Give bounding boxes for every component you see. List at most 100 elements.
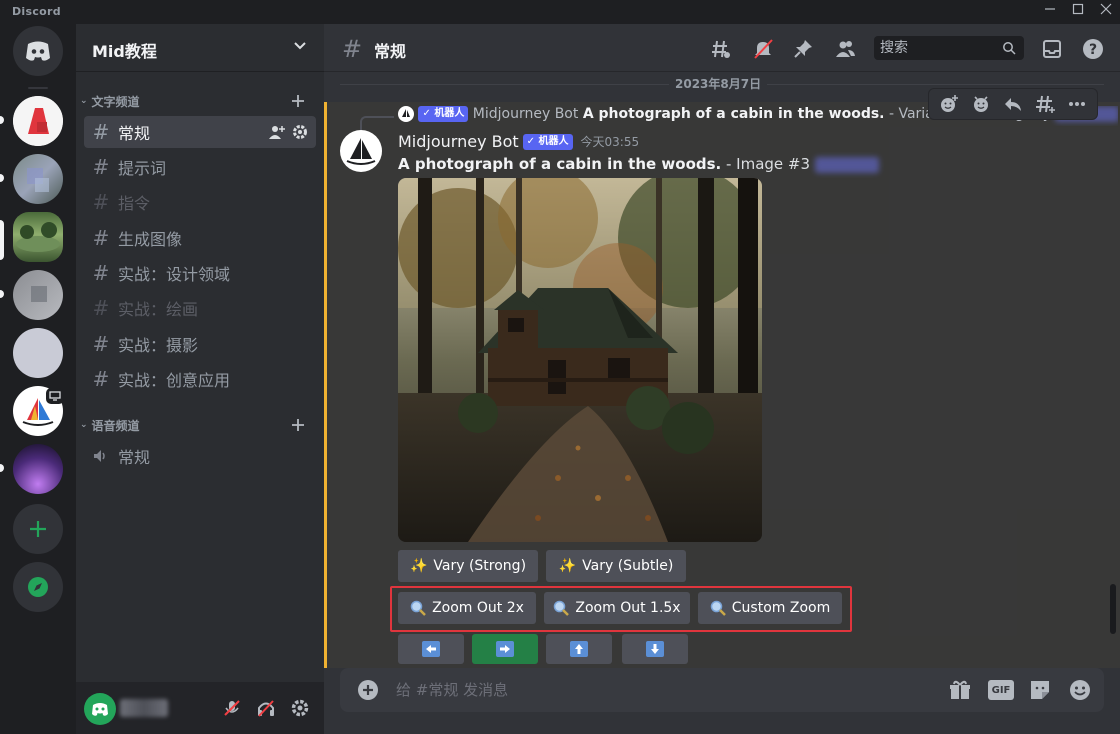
server-blue-gray[interactable] bbox=[13, 154, 63, 204]
threads-icon[interactable] bbox=[710, 38, 732, 60]
gear-icon[interactable] bbox=[290, 698, 310, 718]
hash-icon: # bbox=[92, 367, 110, 391]
vary-subtle-label: Vary (Subtle) bbox=[582, 558, 674, 574]
create-channel-icon[interactable] bbox=[290, 93, 306, 109]
arrow-right-icon bbox=[496, 641, 514, 657]
unread-pill bbox=[0, 464, 4, 472]
gift-icon[interactable] bbox=[948, 678, 972, 702]
hash-icon: # bbox=[342, 35, 363, 63]
pan-left-button[interactable] bbox=[398, 634, 464, 664]
super-reaction-icon[interactable] bbox=[971, 94, 991, 114]
add-server-button[interactable] bbox=[13, 504, 63, 554]
mic-muted-icon[interactable] bbox=[222, 698, 242, 718]
category-voice-label: 语音频道 bbox=[91, 418, 140, 433]
pan-down-button[interactable] bbox=[622, 634, 688, 664]
zoom-out-1-5x-label: Zoom Out 1.5x bbox=[575, 600, 681, 616]
channel-item-5[interactable]: # 实战：绘画 bbox=[84, 292, 316, 324]
channel-item-3[interactable]: # 生成图像 bbox=[84, 222, 316, 254]
zoom-out-1-5x-button[interactable]: Zoom Out 1.5x bbox=[544, 592, 690, 624]
reply-author: Midjourney Bot bbox=[472, 106, 579, 122]
gear-icon[interactable] bbox=[292, 124, 308, 140]
chevron-down-icon bbox=[294, 42, 306, 50]
rail-separator bbox=[28, 87, 48, 89]
hash-icon: # bbox=[92, 120, 110, 144]
pan-right-button[interactable] bbox=[472, 634, 538, 664]
create-thread-icon[interactable] bbox=[1035, 94, 1055, 114]
headphones-muted-icon[interactable] bbox=[256, 698, 276, 718]
hash-icon: # bbox=[92, 190, 110, 214]
more-icon[interactable] bbox=[1067, 94, 1087, 114]
unread-pill bbox=[0, 116, 4, 124]
explore-button[interactable] bbox=[13, 562, 63, 612]
gif-icon[interactable]: GIF bbox=[988, 680, 1014, 700]
category-text[interactable]: ⌄ 文字频道 bbox=[80, 92, 140, 110]
magnifier-icon bbox=[710, 600, 726, 616]
hash-icon: # bbox=[92, 261, 110, 285]
avatar[interactable] bbox=[340, 130, 382, 172]
channel-label: 常规 bbox=[118, 448, 151, 467]
maximize-icon[interactable] bbox=[1064, 2, 1092, 22]
channel-item-4[interactable]: # 实战：设计领域 bbox=[84, 257, 316, 289]
bot-tag: ✓ 机器人 bbox=[522, 133, 573, 150]
message-author[interactable]: Midjourney Bot bbox=[398, 132, 519, 151]
minimize-icon[interactable] bbox=[1036, 2, 1064, 22]
custom-zoom-button[interactable]: Custom Zoom bbox=[698, 592, 842, 624]
server-light[interactable] bbox=[13, 328, 63, 378]
members-icon[interactable] bbox=[834, 38, 856, 60]
category-text-label: 文字频道 bbox=[91, 94, 140, 109]
search-input[interactable] bbox=[880, 39, 996, 57]
vary-subtle-button[interactable]: ✨ Vary (Subtle) bbox=[546, 550, 686, 582]
reply-icon[interactable] bbox=[1003, 94, 1023, 114]
chevron-down-icon: ⌄ bbox=[80, 420, 88, 430]
server-green[interactable] bbox=[13, 212, 63, 262]
invite-icon[interactable] bbox=[268, 124, 286, 140]
magic-wand-icon: ✨ bbox=[558, 558, 577, 574]
category-voice[interactable]: ⌄ 语音频道 bbox=[80, 416, 140, 434]
date-divider: 2023年8月7日 bbox=[669, 75, 768, 92]
channel-label: 生成图像 bbox=[118, 230, 183, 249]
magnifier-icon bbox=[554, 600, 570, 616]
close-icon[interactable] bbox=[1092, 2, 1120, 22]
server-gray[interactable] bbox=[13, 270, 63, 320]
search-box[interactable] bbox=[874, 36, 1024, 60]
svg-text:?: ? bbox=[1089, 42, 1097, 58]
avatar[interactable] bbox=[84, 693, 116, 725]
arrow-up-icon bbox=[570, 641, 588, 657]
vary-strong-button[interactable]: ✨ Vary (Strong) bbox=[398, 550, 538, 582]
voice-channel-item-0[interactable]: 常规 bbox=[84, 440, 316, 472]
server-purple[interactable] bbox=[13, 444, 63, 494]
channel-label: 实战：设计领域 bbox=[118, 265, 231, 284]
compass-icon bbox=[28, 577, 48, 597]
pan-up-button[interactable] bbox=[546, 634, 612, 664]
message-prompt: A photograph of a cabin in the woods. bbox=[398, 155, 722, 173]
attach-plus-icon[interactable] bbox=[356, 678, 380, 702]
message-timestamp: 今天03:55 bbox=[580, 135, 640, 149]
user-panel bbox=[76, 682, 324, 734]
sticker-icon[interactable] bbox=[1028, 678, 1052, 702]
channel-item-1[interactable]: # 提示词 bbox=[84, 151, 316, 183]
magic-wand-icon: ✨ bbox=[409, 558, 428, 574]
scrollbar-thumb[interactable] bbox=[1110, 584, 1116, 634]
generated-image[interactable] bbox=[398, 178, 762, 542]
guild-header[interactable]: Mid教程 bbox=[76, 24, 324, 72]
pin-icon[interactable] bbox=[792, 38, 814, 60]
message-suffix: - Image #3 bbox=[721, 155, 815, 173]
emoji-icon[interactable] bbox=[1068, 678, 1092, 702]
add-reaction-icon[interactable] bbox=[939, 94, 959, 114]
channel-item-6[interactable]: # 实战：摄影 bbox=[84, 328, 316, 360]
discord-logo-icon[interactable] bbox=[13, 26, 63, 76]
channel-item-7[interactable]: # 实战：创意应用 bbox=[84, 363, 316, 395]
zoom-out-2x-button[interactable]: Zoom Out 2x bbox=[398, 592, 536, 624]
notifications-muted-icon[interactable] bbox=[752, 38, 774, 60]
inbox-icon[interactable] bbox=[1041, 38, 1063, 60]
server-rail bbox=[0, 24, 76, 734]
channel-item-0[interactable]: # 常规 bbox=[84, 116, 316, 148]
help-icon[interactable]: ? bbox=[1082, 38, 1104, 60]
channel-item-2[interactable]: # 指令 bbox=[84, 186, 316, 218]
server-red[interactable] bbox=[13, 96, 63, 146]
channel-label: 指令 bbox=[118, 194, 151, 213]
message-content: A photograph of a cabin in the woods. - … bbox=[398, 155, 879, 173]
channel-label: 提示词 bbox=[118, 159, 167, 178]
create-channel-icon[interactable] bbox=[290, 417, 306, 433]
message-input[interactable] bbox=[396, 680, 916, 700]
